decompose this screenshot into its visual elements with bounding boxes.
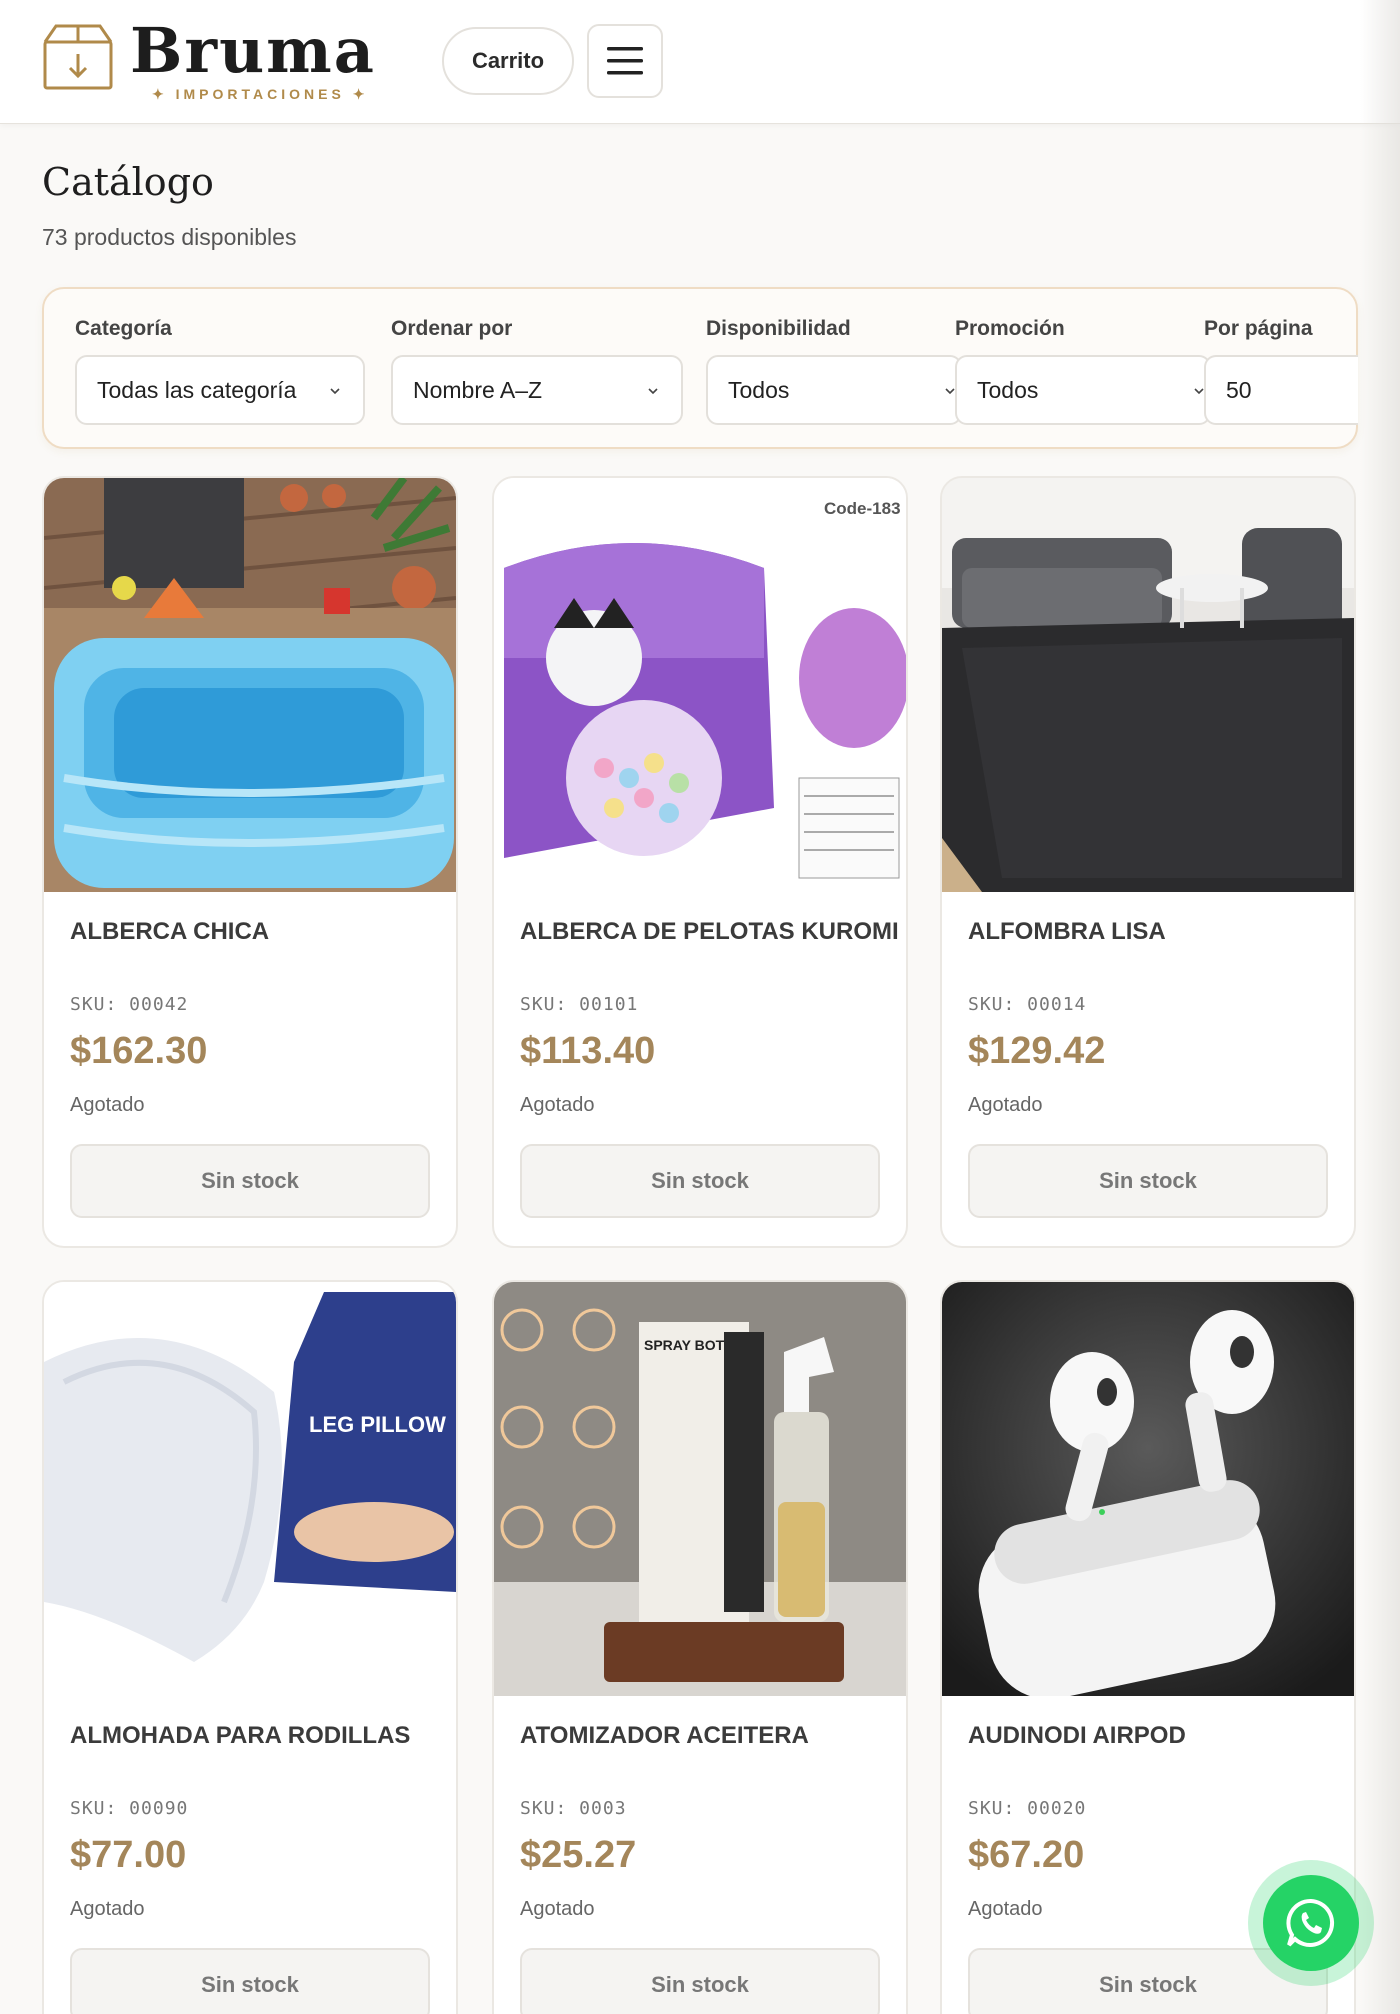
product-sku: SKU: 0003 bbox=[520, 1798, 627, 1819]
per-page-label: Por página bbox=[1204, 317, 1313, 340]
product-card[interactable]: Code-183 ALBERCA DE PELOTAS KUROMI SKU: … bbox=[492, 476, 908, 1248]
menu-button[interactable] bbox=[587, 24, 663, 98]
product-price: $113.40 bbox=[520, 1030, 656, 1072]
availability-label: Disponibilidad bbox=[706, 317, 851, 340]
sort-value: Nombre A–Z bbox=[413, 376, 543, 403]
product-name[interactable]: ALBERCA DE PELOTAS KUROMI bbox=[520, 918, 899, 946]
stock-status: Agotado bbox=[968, 1898, 1043, 1920]
stock-status: Agotado bbox=[70, 1898, 145, 1920]
out-of-stock-button[interactable]: Sin stock bbox=[968, 1144, 1328, 1218]
availability-value: Todos bbox=[728, 376, 790, 403]
product-price: $162.30 bbox=[70, 1030, 208, 1072]
page-title: Catálogo bbox=[42, 160, 214, 204]
promotion-select[interactable]: Todos bbox=[955, 355, 1211, 425]
per-page-value: 50 bbox=[1226, 376, 1252, 403]
chevron-down-icon bbox=[330, 388, 340, 395]
product-sku: SKU: 00090 bbox=[70, 1798, 189, 1819]
product-card[interactable]: ALBERCA CHICA SKU: 00042 $162.30 Agotado… bbox=[42, 476, 458, 1248]
promotion-value: Todos bbox=[977, 376, 1039, 403]
product-sku: SKU: 00020 bbox=[968, 1798, 1087, 1819]
product-name[interactable]: AUDINODI AIRPOD bbox=[968, 1722, 1338, 1750]
image-label-text: LEG PILLOW bbox=[309, 1412, 446, 1437]
category-label: Categoría bbox=[75, 317, 172, 340]
category-select[interactable]: Todas las categoría bbox=[75, 355, 365, 425]
product-name[interactable]: ALBERCA CHICA bbox=[70, 918, 440, 946]
stock-status: Agotado bbox=[968, 1094, 1043, 1116]
image-code-text: Code-183 bbox=[824, 499, 901, 518]
per-page-input[interactable]: 50 bbox=[1204, 355, 1358, 425]
out-of-stock-button[interactable]: Sin stock bbox=[70, 1144, 430, 1218]
hamburger-icon bbox=[607, 47, 643, 75]
stock-status: Agotado bbox=[520, 1094, 595, 1116]
product-name[interactable]: ATOMIZADOR ACEITERA bbox=[520, 1722, 890, 1750]
sort-select[interactable]: Nombre A–Z bbox=[391, 355, 683, 425]
product-card[interactable]: SPRAY BOTTLE ATOMIZADOR ACEITERA SKU: 00… bbox=[492, 1280, 908, 2014]
product-price: $67.20 bbox=[968, 1834, 1085, 1876]
product-image-inflatable-pool[interactable] bbox=[44, 478, 456, 892]
product-price: $129.42 bbox=[968, 1030, 1106, 1072]
out-of-stock-button[interactable]: Sin stock bbox=[520, 1948, 880, 2014]
product-count: 73 productos disponibles bbox=[42, 224, 297, 250]
product-card[interactable]: LEG PILLOW ALMOHADA PARA RODILLAS SKU: 0… bbox=[42, 1280, 458, 2014]
whatsapp-icon bbox=[1286, 1898, 1335, 1947]
out-of-stock-button[interactable]: Sin stock bbox=[70, 1948, 430, 2014]
product-price: $25.27 bbox=[520, 1834, 637, 1876]
brand-name[interactable]: Bruma bbox=[130, 14, 376, 87]
site-header: Bruma ✦ IMPORTACIONES ✦ Carrito bbox=[0, 0, 1400, 124]
whatsapp-button[interactable] bbox=[1248, 1860, 1374, 1986]
chevron-down-icon bbox=[648, 388, 658, 395]
product-image-living-room-rug[interactable] bbox=[942, 478, 1354, 892]
product-image-oil-spray-bottle[interactable]: SPRAY BOTTLE bbox=[494, 1282, 906, 1696]
stock-status: Agotado bbox=[520, 1898, 595, 1920]
product-image-ball-pit-tent[interactable]: Code-183 bbox=[494, 478, 906, 892]
product-name[interactable]: ALMOHADA PARA RODILLAS bbox=[70, 1722, 440, 1750]
brand-tagline: ✦ IMPORTACIONES ✦ bbox=[152, 86, 369, 102]
product-sku: SKU: 00101 bbox=[520, 994, 639, 1015]
box-logo-icon[interactable] bbox=[42, 22, 114, 92]
cart-button[interactable]: Carrito bbox=[442, 27, 574, 95]
category-value: Todas las categoría bbox=[97, 376, 297, 403]
scroll-edge-shadow bbox=[1360, 0, 1400, 2014]
promotion-label: Promoción bbox=[955, 317, 1065, 340]
out-of-stock-button[interactable]: Sin stock bbox=[520, 1144, 880, 1218]
stock-status: Agotado bbox=[70, 1094, 145, 1116]
filter-panel: Categoría Todas las categoría Ordenar po… bbox=[42, 287, 1358, 449]
availability-select[interactable]: Todos bbox=[706, 355, 962, 425]
product-image-knee-pillow[interactable]: LEG PILLOW bbox=[44, 1282, 456, 1696]
product-price: $77.00 bbox=[70, 1834, 187, 1876]
product-card[interactable]: ALFOMBRA LISA SKU: 00014 $129.42 Agotado… bbox=[940, 476, 1356, 1248]
product-image-earbuds[interactable] bbox=[942, 1282, 1354, 1696]
product-sku: SKU: 00014 bbox=[968, 994, 1087, 1015]
product-sku: SKU: 00042 bbox=[70, 994, 189, 1015]
product-name[interactable]: ALFOMBRA LISA bbox=[968, 918, 1338, 946]
sort-label: Ordenar por bbox=[391, 317, 513, 340]
